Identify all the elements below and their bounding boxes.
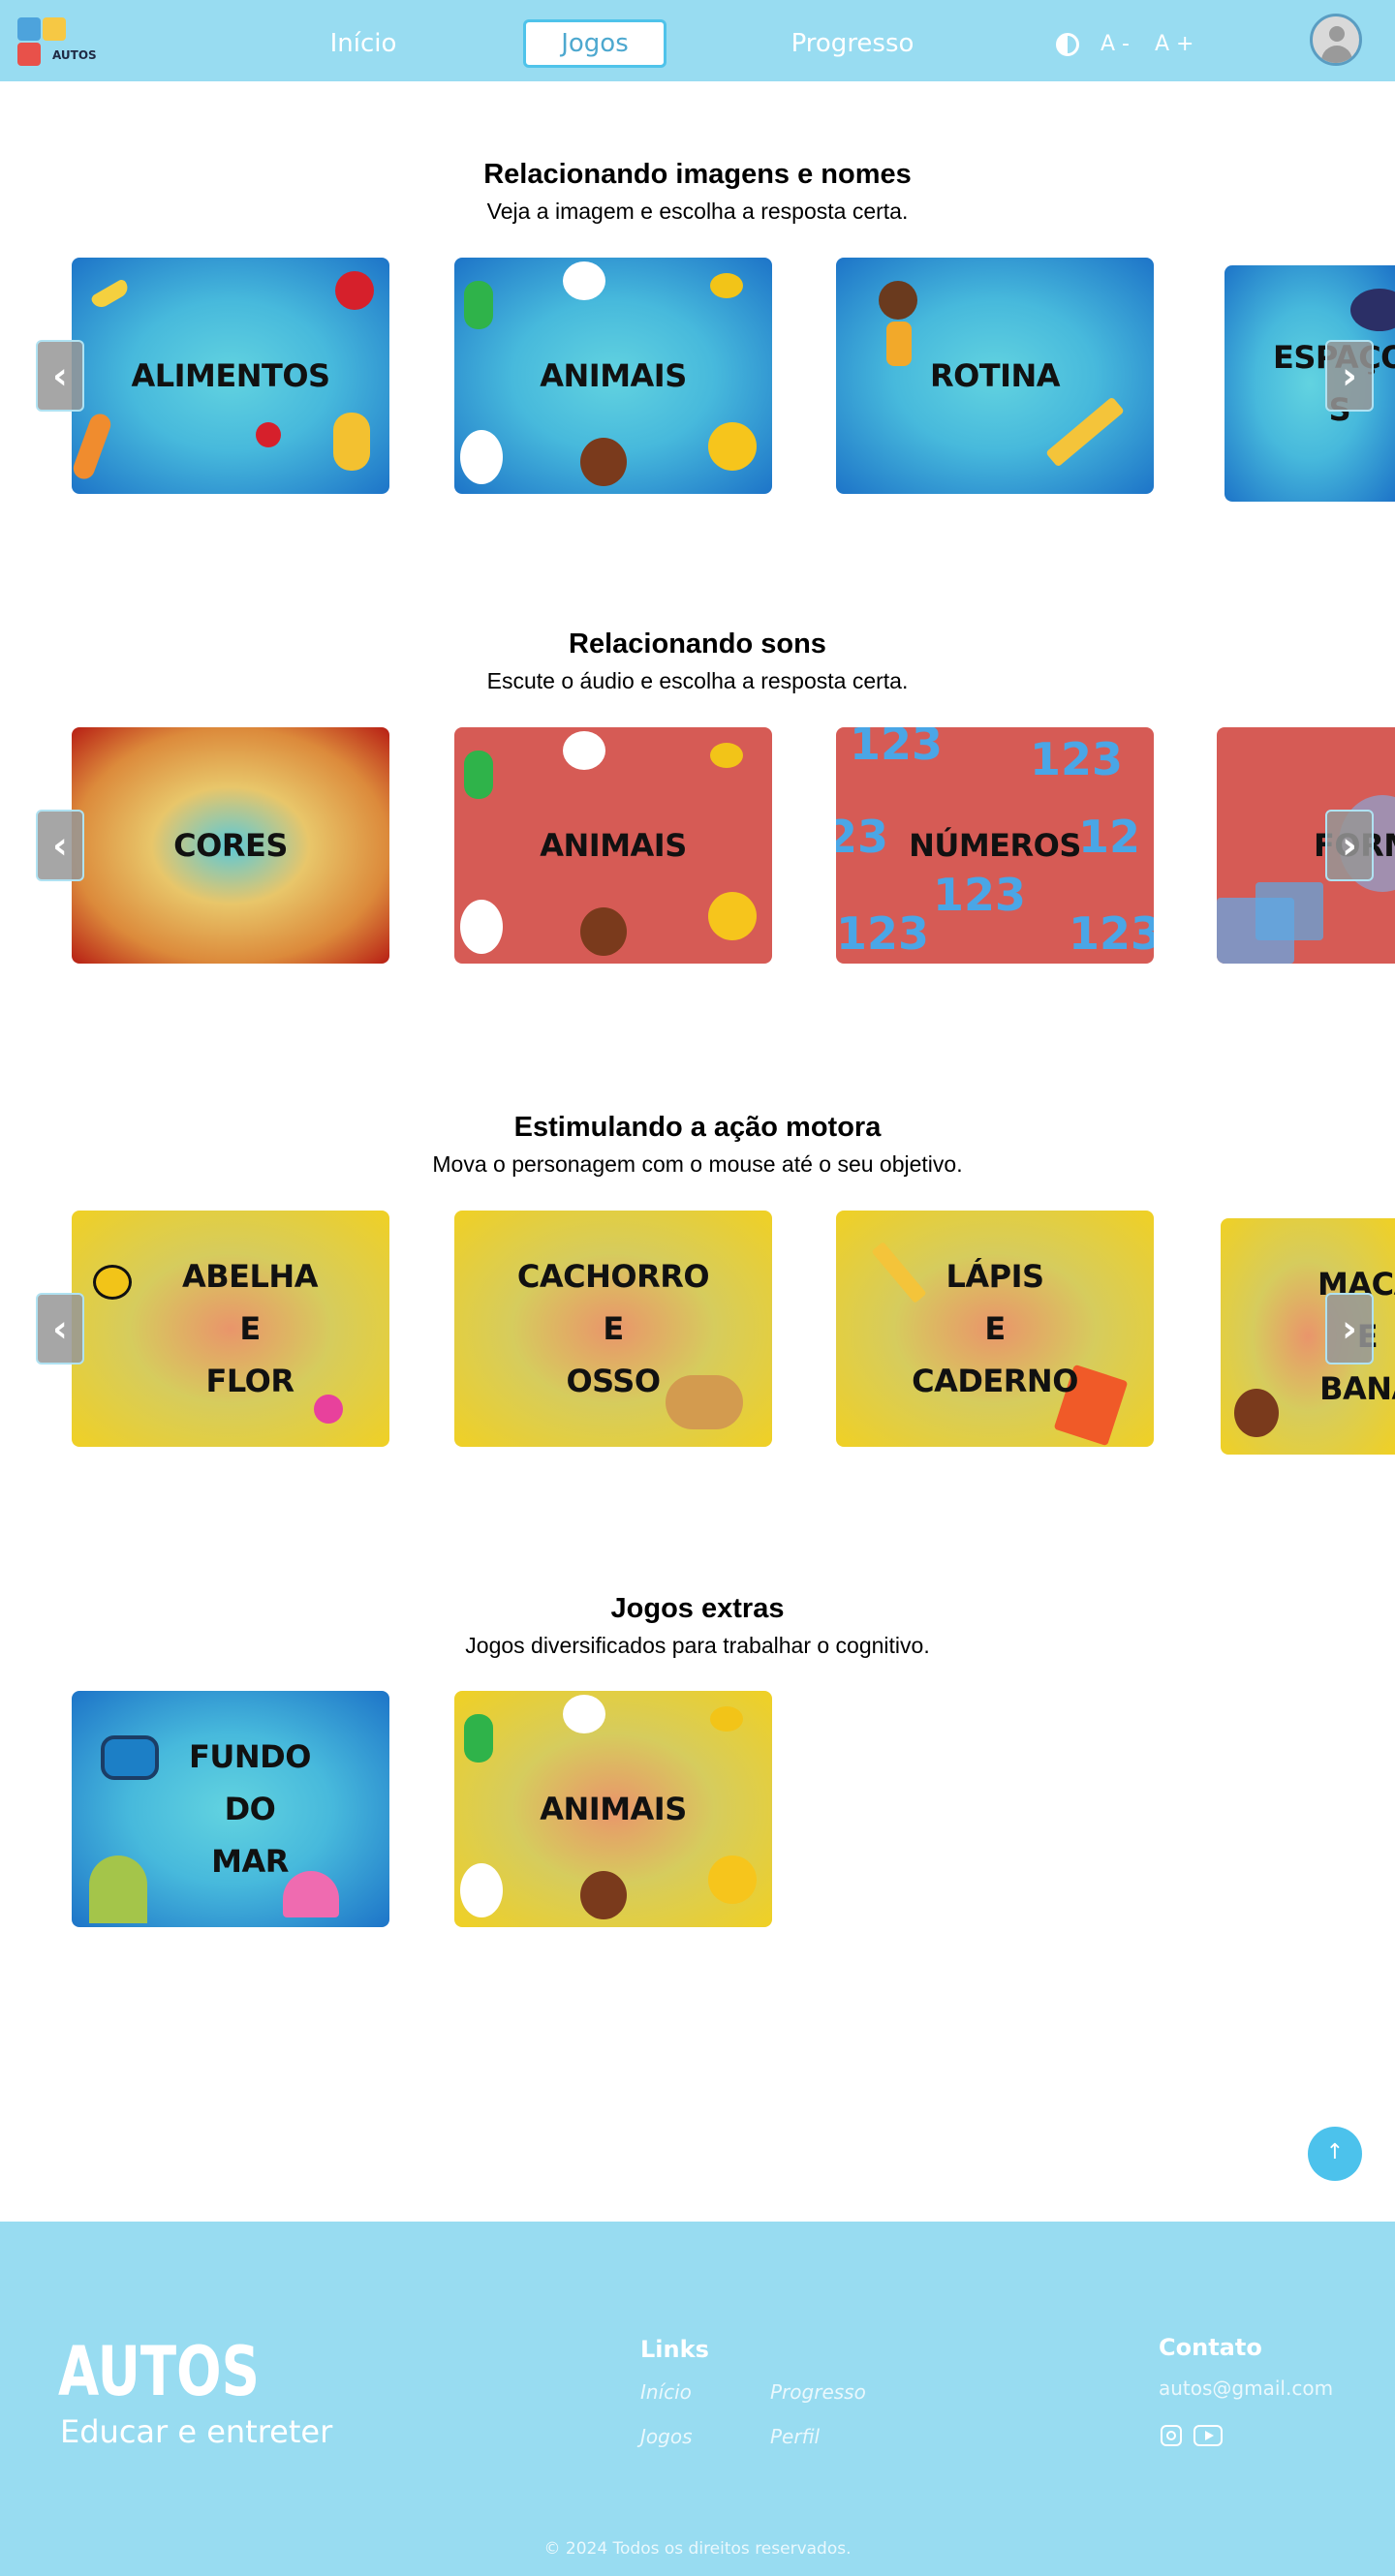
carousel-next-button[interactable]: › xyxy=(1325,810,1374,881)
section-subtitle: Mova o personagem com o mouse até o seu … xyxy=(432,1151,963,1177)
game-card[interactable]: ABELHA E FLOR xyxy=(72,1211,389,1447)
game-card[interactable]: 123 123 23 12 123 123 123 NÚMEROS xyxy=(836,727,1154,964)
user-icon[interactable] xyxy=(1310,14,1362,66)
card-label: ANIMAIS xyxy=(540,827,687,864)
font-decrease-button[interactable]: A - xyxy=(1100,27,1130,62)
section-title: Relacionando imagens e nomes xyxy=(483,159,912,190)
nav-progresso[interactable]: Progresso xyxy=(765,19,940,68)
game-card[interactable]: ALIMENTOS xyxy=(72,258,389,494)
card-label: ALIMENTOS xyxy=(131,357,330,394)
chevron-right-icon: › xyxy=(1342,1307,1357,1350)
card-label: ROTINA xyxy=(929,357,1061,394)
footer-link-jogos[interactable]: Jogos xyxy=(640,2425,693,2448)
footer-email[interactable]: autos@gmail.com xyxy=(1159,2377,1333,2400)
arrow-up-icon: ↑ xyxy=(1325,2140,1345,2164)
section-subtitle: Veja a imagem e escolha a resposta certa… xyxy=(486,199,909,224)
footer-brand: AUTOS xyxy=(58,2332,260,2411)
card-label: ABELHA E FLOR xyxy=(182,1258,318,1399)
footer-links-title: Links xyxy=(640,2336,709,2363)
puzzle-piece-icon xyxy=(17,43,41,66)
chevron-left-icon: ‹ xyxy=(52,1307,68,1350)
game-card[interactable]: ANIMAIS xyxy=(454,1691,772,1927)
game-card[interactable]: FUNDO DO MAR xyxy=(72,1691,389,1927)
carousel-prev-button[interactable]: ‹ xyxy=(36,810,84,881)
footer: AUTOS Educar e entreter Links Início Pro… xyxy=(0,2222,1395,2576)
game-card[interactable]: ANIMAIS xyxy=(454,258,772,494)
carousel-prev-button[interactable]: ‹ xyxy=(36,340,84,412)
footer-contact-title: Contato xyxy=(1159,2334,1262,2361)
contrast-icon[interactable] xyxy=(1056,33,1079,56)
nav-inicio[interactable]: Início xyxy=(300,19,426,68)
scroll-top-button[interactable]: ↑ xyxy=(1308,2127,1362,2181)
section-subtitle: Jogos diversificados para trabalhar o co… xyxy=(465,1633,930,1658)
carousel-prev-button[interactable]: ‹ xyxy=(36,1293,84,1365)
card-label: ANIMAIS xyxy=(540,357,687,394)
carousel-next-button[interactable]: › xyxy=(1325,1293,1374,1365)
section-title: Relacionando sons xyxy=(569,629,826,659)
section-subtitle: Escute o áudio e escolha a resposta cert… xyxy=(486,668,909,693)
carousel-next-button[interactable]: › xyxy=(1325,340,1374,412)
card-label: ANIMAIS xyxy=(540,1791,687,1827)
header: AUTOS Início Jogos Progresso A - A + xyxy=(0,0,1395,81)
footer-link-perfil[interactable]: Perfil xyxy=(770,2425,820,2448)
card-label: FUNDO DO MAR xyxy=(189,1738,311,1880)
card-label: CACHORRO E OSSO xyxy=(516,1258,710,1399)
puzzle-piece-icon xyxy=(43,17,66,41)
chevron-left-icon: ‹ xyxy=(52,354,68,397)
footer-link-inicio[interactable]: Início xyxy=(640,2380,692,2404)
logo-text: AUTOS xyxy=(52,48,97,62)
chevron-right-icon: › xyxy=(1342,354,1357,397)
game-card[interactable]: LÁPIS E CADERNO xyxy=(836,1211,1154,1447)
youtube-icon[interactable] xyxy=(1194,2425,1223,2446)
copyright: © 2024 Todos os direitos reservados. xyxy=(543,2539,852,2559)
section-title: Jogos extras xyxy=(610,1593,785,1624)
card-label: CORES xyxy=(173,827,288,864)
nav-jogos[interactable]: Jogos xyxy=(523,19,666,68)
font-increase-button[interactable]: A + xyxy=(1155,27,1194,62)
card-label: NÚMEROS xyxy=(909,827,1081,864)
logo[interactable]: AUTOS xyxy=(17,17,97,68)
footer-link-progresso[interactable]: Progresso xyxy=(770,2380,866,2404)
instagram-icon[interactable] xyxy=(1161,2425,1182,2446)
chevron-left-icon: ‹ xyxy=(52,824,68,867)
game-card[interactable]: CORES xyxy=(72,727,389,964)
card-label: LÁPIS E CADERNO xyxy=(912,1258,1078,1399)
game-card[interactable]: ANIMAIS xyxy=(454,727,772,964)
section-title: Estimulando a ação motora xyxy=(513,1112,882,1143)
footer-tagline: Educar e entreter xyxy=(60,2413,333,2450)
game-card[interactable]: CACHORRO E OSSO xyxy=(454,1211,772,1447)
game-card[interactable]: ROTINA xyxy=(836,258,1154,494)
puzzle-piece-icon xyxy=(17,17,41,41)
chevron-right-icon: › xyxy=(1342,824,1357,867)
